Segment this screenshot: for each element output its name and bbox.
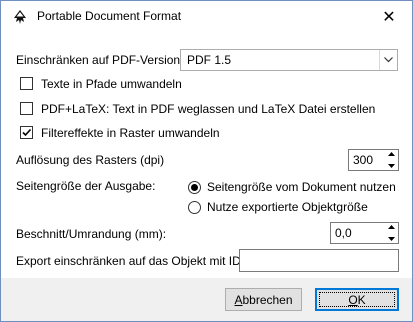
pdf-version-value: PDF 1.5 xyxy=(187,53,232,67)
checkmark-icon xyxy=(22,128,32,137)
checkbox-filter-raster-label: Filtereffekte in Raster umwandeln xyxy=(41,126,220,140)
bleed-spinbox[interactable]: 0,0 xyxy=(330,222,399,244)
window-title: Portable Document Format xyxy=(37,9,182,23)
pdf-version-label: Einschränken auf PDF-Version: xyxy=(16,53,184,67)
export-id-input[interactable] xyxy=(239,249,399,272)
radio-document-size[interactable] xyxy=(188,181,201,194)
close-icon: ✕ xyxy=(382,8,396,26)
inkscape-icon xyxy=(12,9,28,25)
ok-button[interactable]: OK xyxy=(315,288,399,311)
title-bar: Portable Document Format ✕ xyxy=(1,1,412,32)
bleed-label: Beschnitt/Umrandung (mm): xyxy=(16,227,167,241)
spin-arrows-icon[interactable] xyxy=(384,223,398,243)
checkbox-filter-raster[interactable] xyxy=(20,126,33,139)
resolution-spinbox[interactable]: 300 xyxy=(348,149,399,171)
cancel-button[interactable]: Abbrechen xyxy=(225,288,302,311)
bleed-value: 0,0 xyxy=(335,226,352,240)
checkbox-pdf-latex-label: PDF+LaTeX: Text in PDF weglassen und LaT… xyxy=(41,102,376,116)
cancel-button-label: Abbrechen xyxy=(234,292,293,307)
radio-object-size-label: Nutze exportierte Objektgröße xyxy=(207,200,368,214)
spin-arrows-icon[interactable] xyxy=(384,150,398,170)
dialog-window: Portable Document Format ✕ Einschränken … xyxy=(0,0,413,322)
checkbox-text-to-paths-label: Texte in Pfade umwandeln xyxy=(41,77,182,91)
chevron-down-icon xyxy=(379,50,397,70)
resolution-value: 300 xyxy=(353,153,374,167)
resolution-label: Auflösung des Rasters (dpi) xyxy=(16,153,165,167)
checkbox-pdf-latex[interactable] xyxy=(20,102,33,115)
button-bar: Abbrechen OK xyxy=(1,278,412,321)
pdf-version-select[interactable]: PDF 1.5 xyxy=(180,49,398,71)
page-size-label: Seitengröße der Ausgabe: xyxy=(16,179,156,193)
export-id-label: Export einschränken auf das Objekt mit I… xyxy=(16,254,241,268)
radio-object-size[interactable] xyxy=(188,201,201,214)
radio-document-size-label: Seitengröße vom Dokument nutzen xyxy=(207,180,396,194)
checkbox-text-to-paths[interactable] xyxy=(20,77,33,90)
close-button[interactable]: ✕ xyxy=(366,1,412,32)
dialog-content: Einschränken auf PDF-Version: PDF 1.5 Te… xyxy=(1,32,412,278)
